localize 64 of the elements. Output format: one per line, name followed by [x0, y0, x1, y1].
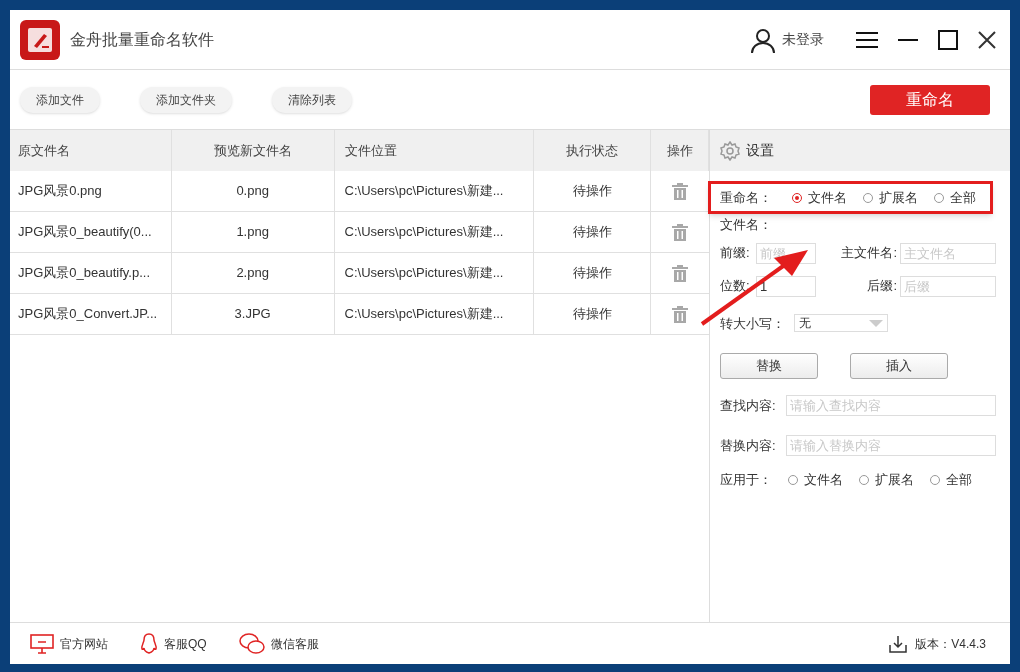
table-cell-text: JPG风景0_beautify.p...: [18, 264, 150, 283]
table-cell-text: 待操作: [572, 305, 612, 324]
case-dropdown[interactable]: 无: [794, 314, 888, 333]
radio-option[interactable]: 扩展名: [863, 188, 918, 208]
field-label: 查找内容:: [720, 396, 777, 415]
footer-link[interactable]: 官方网站: [60, 634, 108, 653]
table-cell-text: 待操作: [572, 223, 612, 242]
monitor-icon: [30, 633, 54, 654]
menu-icon[interactable]: [856, 30, 878, 49]
user-icon[interactable]: [750, 26, 776, 53]
field-label: 后缀:: [866, 277, 898, 296]
table-cell-text: JPG风景0_Convert.JP...: [18, 305, 158, 324]
toolbar-button[interactable]: 添加文件夹: [140, 86, 232, 113]
radio-option[interactable]: 扩展名: [859, 470, 914, 490]
app-logo-icon: [20, 19, 60, 60]
version-label: 版本：V4.4.3: [915, 635, 986, 653]
field-label: 前缀:: [720, 244, 751, 263]
text-field[interactable]: 1: [756, 275, 816, 297]
column-header: 预览新文件名: [213, 141, 292, 160]
table-cell-text: C:\Users\pc\Pictures\新建...: [344, 223, 504, 242]
radio-option[interactable]: 全部: [934, 188, 976, 208]
table-cell-text: JPG风景0.png: [18, 182, 102, 201]
column-header: 操作: [666, 141, 693, 160]
action-button[interactable]: 替换: [720, 353, 818, 379]
rename-button[interactable]: 重命名: [870, 84, 990, 115]
footer-link[interactable]: 客服QQ: [164, 634, 207, 653]
field-label: 转大小写：: [720, 314, 786, 333]
radio-option[interactable]: 文件名: [788, 470, 843, 490]
field-label: 主文件名:: [840, 244, 898, 263]
footer-link[interactable]: 微信客服: [270, 634, 319, 653]
panel-title: 设置: [746, 141, 774, 160]
maximize-icon[interactable]: [938, 29, 958, 50]
toolbar-button[interactable]: 清除列表: [272, 86, 352, 113]
toolbar-button[interactable]: 添加文件: [20, 86, 100, 113]
radio-option[interactable]: 全部: [930, 470, 972, 490]
dropdown-arrow-icon: [869, 319, 883, 327]
table-cell-text: 0.png: [236, 182, 269, 201]
table-cell-text: C:\Users\pc\Pictures\新建...: [344, 305, 504, 324]
column-header: 执行状态: [566, 141, 619, 160]
section-label: 文件名：: [720, 216, 772, 234]
action-button[interactable]: 插入: [850, 353, 948, 379]
field-label: 替换内容:: [720, 436, 777, 455]
table-cell-text: JPG风景0_beautify(0...: [18, 223, 152, 242]
table-cell-text: C:\Users\pc\Pictures\新建...: [344, 264, 504, 283]
table-cell-text: 待操作: [572, 182, 612, 201]
penguin-icon: [140, 632, 158, 655]
window-title: 金舟批量重命名软件: [70, 29, 214, 50]
field-label: 重命名：: [720, 189, 772, 208]
minimize-icon[interactable]: [898, 37, 918, 42]
table-cell-text: 待操作: [572, 264, 612, 283]
table-cell-text: C:\Users\pc\Pictures\新建...: [344, 182, 504, 201]
column-header: 原文件名: [18, 141, 70, 160]
field-label: 应用于：: [720, 471, 772, 489]
radio-option[interactable]: 文件名: [792, 188, 847, 208]
column-header: 文件位置: [344, 141, 397, 160]
close-icon[interactable]: [978, 30, 996, 49]
chat-bubbles-icon: [238, 632, 265, 655]
field-label: 位数:: [720, 277, 751, 296]
settings-icon: [720, 140, 740, 161]
table-cell-text: 3.JPG: [234, 305, 271, 324]
table-cell-text: 1.png: [236, 223, 269, 242]
login-status[interactable]: 未登录: [782, 29, 824, 50]
download-icon[interactable]: [889, 634, 908, 653]
table-cell-text: 2.png: [236, 264, 269, 283]
